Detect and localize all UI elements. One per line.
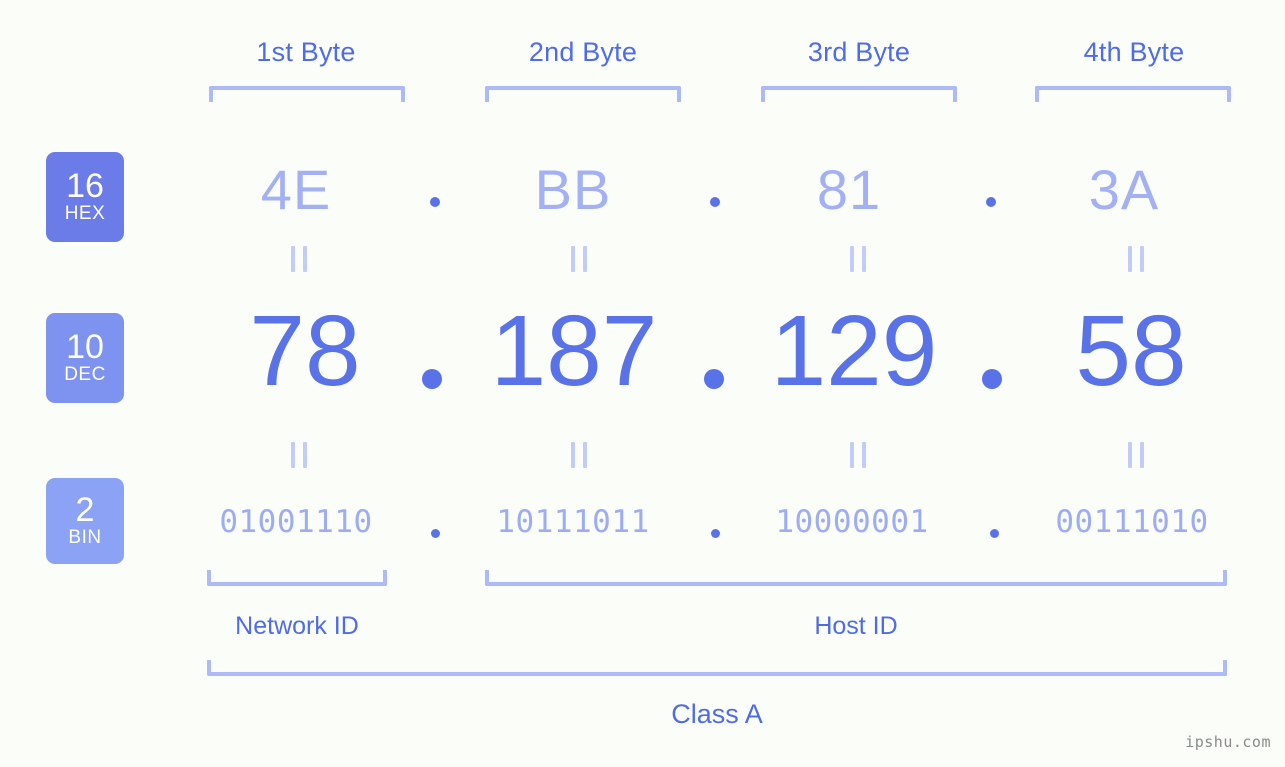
dec-separator-2 — [704, 369, 724, 389]
byte-bracket-4 — [1035, 86, 1231, 102]
bin-octet-1: 01001110 — [219, 504, 373, 540]
badge-hex-abbr: HEX — [64, 203, 106, 224]
equals-connector-4-bottom — [1128, 442, 1144, 468]
class-label: Class A — [671, 699, 763, 729]
hex-separator-1 — [430, 197, 440, 207]
hex-separator-2 — [710, 197, 720, 207]
equals-connector-2-bottom — [571, 442, 587, 468]
site-watermark: ipshu.com — [1185, 733, 1271, 751]
badge-hex-number: 16 — [66, 167, 104, 205]
dec-octet-2: 187 — [490, 295, 658, 407]
badge-dec-number: 10 — [66, 328, 104, 366]
equals-connector-1-bottom — [291, 442, 307, 468]
hex-separator-3 — [986, 197, 996, 207]
equals-connector-2-top — [571, 246, 587, 272]
class-bracket — [207, 660, 1227, 676]
byte-header-3: 3rd Byte — [807, 37, 911, 67]
equals-connector-4-top — [1128, 246, 1144, 272]
bin-octet-3: 10000001 — [775, 504, 929, 540]
badge-dec-abbr: DEC — [64, 364, 106, 385]
hex-octet-1: 4E — [260, 158, 332, 221]
bin-octet-4: 00111010 — [1055, 504, 1209, 540]
hex-octet-3: 81 — [816, 158, 882, 221]
equals-connector-3-bottom — [850, 442, 866, 468]
byte-bracket-3 — [761, 86, 957, 102]
equals-connector-3-top — [850, 246, 866, 272]
dec-separator-1 — [422, 369, 442, 389]
dec-octet-1: 78 — [249, 295, 361, 407]
host-id-bracket — [485, 570, 1227, 586]
network-id-label: Network ID — [235, 612, 359, 640]
bin-separator-3 — [990, 529, 999, 538]
byte-bracket-2 — [485, 86, 681, 102]
ip-address-breakdown-diagram: 1st Byte 2nd Byte 3rd Byte 4th Byte 16 H… — [0, 0, 1285, 767]
badge-bin-abbr: BIN — [68, 527, 102, 548]
dec-octet-3: 129 — [770, 295, 938, 407]
badge-bin-number: 2 — [75, 491, 95, 529]
equals-connector-1-top — [291, 246, 307, 272]
network-id-bracket — [207, 570, 387, 586]
byte-header-2: 2nd Byte — [528, 37, 638, 67]
host-id-label: Host ID — [814, 612, 898, 640]
bin-separator-1 — [431, 529, 440, 538]
bin-octet-2: 10111011 — [496, 504, 650, 540]
byte-bracket-1 — [209, 86, 405, 102]
bin-separator-2 — [711, 529, 720, 538]
hex-octet-2: BB — [534, 158, 612, 221]
badge-dec: 10 DEC — [46, 313, 124, 403]
byte-header-1: 1st Byte — [256, 37, 356, 67]
dec-octet-4: 58 — [1075, 295, 1187, 407]
hex-octet-4: 3A — [1088, 158, 1160, 221]
byte-header-4: 4th Byte — [1083, 37, 1185, 67]
badge-hex: 16 HEX — [46, 152, 124, 242]
badge-bin: 2 BIN — [46, 478, 124, 564]
dec-separator-3 — [982, 369, 1002, 389]
